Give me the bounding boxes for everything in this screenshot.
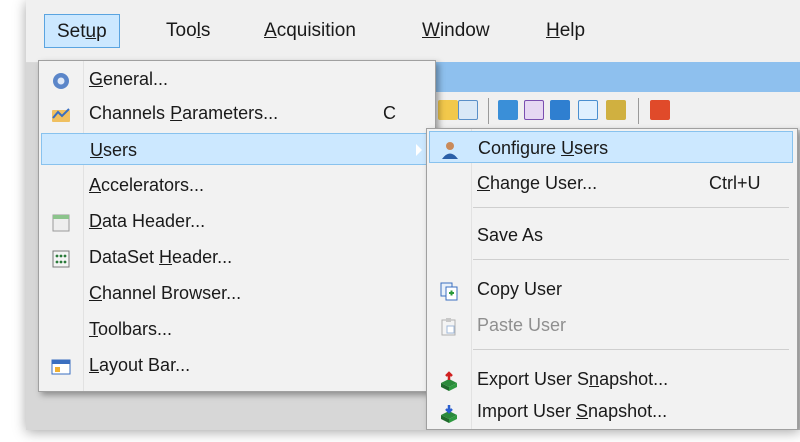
window-title-strip bbox=[431, 62, 800, 92]
export-icon bbox=[439, 369, 459, 391]
waveform-icon[interactable] bbox=[498, 100, 518, 120]
menu-item-save-as[interactable]: Save As bbox=[429, 219, 793, 251]
paste-icon bbox=[439, 315, 459, 336]
copy-icon bbox=[439, 279, 459, 301]
data-header-icon bbox=[51, 211, 71, 232]
menu-separator bbox=[473, 207, 789, 208]
grid-color-icon[interactable] bbox=[650, 100, 670, 120]
menu-item-data-header[interactable]: Data Header... bbox=[41, 205, 431, 237]
menu-help[interactable]: Help bbox=[534, 14, 597, 48]
blank-page-icon[interactable] bbox=[458, 100, 478, 120]
toolbar-separator bbox=[488, 98, 489, 124]
menu-setup[interactable]: Setup bbox=[44, 14, 120, 48]
menu-item-configure-users[interactable]: Configure Users bbox=[429, 131, 793, 163]
graph-icon[interactable] bbox=[524, 100, 544, 120]
menu-window[interactable]: Window bbox=[410, 14, 502, 48]
submenu-arrow-icon bbox=[416, 144, 422, 156]
menu-item-dataset-header[interactable]: DataSet Header... bbox=[41, 241, 431, 273]
menu-tools[interactable]: Tools bbox=[154, 14, 222, 48]
shortcut-label: Ctrl+U bbox=[709, 173, 761, 193]
menu-item-channel-browser[interactable]: Channel Browser... bbox=[41, 277, 431, 309]
toolbar-separator bbox=[638, 98, 639, 124]
menu-item-accelerators[interactable]: Accelerators... bbox=[41, 169, 431, 201]
menu-separator bbox=[473, 259, 789, 260]
gear-icon bbox=[51, 69, 71, 89]
histogram-icon[interactable] bbox=[606, 100, 626, 120]
channels-icon bbox=[51, 103, 71, 123]
menu-item-change-user[interactable]: Change User... Ctrl+U bbox=[429, 167, 793, 199]
menu-item-users[interactable]: Users bbox=[41, 133, 431, 165]
signal-icon[interactable] bbox=[578, 100, 598, 120]
menu-item-copy-user[interactable]: Copy User bbox=[429, 273, 793, 305]
setup-menu: General... Channels Parameters... C User… bbox=[38, 60, 436, 392]
users-submenu: Configure Users Change User... Ctrl+U Sa… bbox=[426, 128, 798, 430]
dataset-header-icon bbox=[51, 247, 71, 268]
ramp-icon[interactable] bbox=[550, 100, 570, 120]
lightning-icon[interactable] bbox=[438, 100, 458, 120]
menu-item-export-user-snapshot[interactable]: Export User Snapshot... bbox=[429, 363, 793, 395]
import-icon bbox=[439, 401, 459, 423]
menu-item-import-user-snapshot[interactable]: Import User Snapshot... bbox=[429, 395, 793, 427]
shortcut-label: C bbox=[383, 103, 396, 123]
menu-item-layout-bar[interactable]: Layout Bar... bbox=[41, 349, 431, 381]
layout-bar-icon bbox=[51, 355, 71, 375]
menu-item-paste-user[interactable]: Paste User bbox=[429, 309, 793, 341]
application-window: Setup Tools Acquisition Window Help Gene… bbox=[26, 0, 800, 430]
menu-item-channels-parameters[interactable]: Channels Parameters... C bbox=[41, 97, 431, 129]
menu-item-toolbars[interactable]: Toolbars... bbox=[41, 313, 431, 345]
menu-separator bbox=[473, 349, 789, 350]
menu-acquisition[interactable]: Acquisition bbox=[252, 14, 368, 48]
menu-item-general[interactable]: General... bbox=[41, 63, 431, 95]
menu-bar: Setup Tools Acquisition Window Help bbox=[26, 0, 800, 63]
user-icon bbox=[440, 138, 460, 159]
